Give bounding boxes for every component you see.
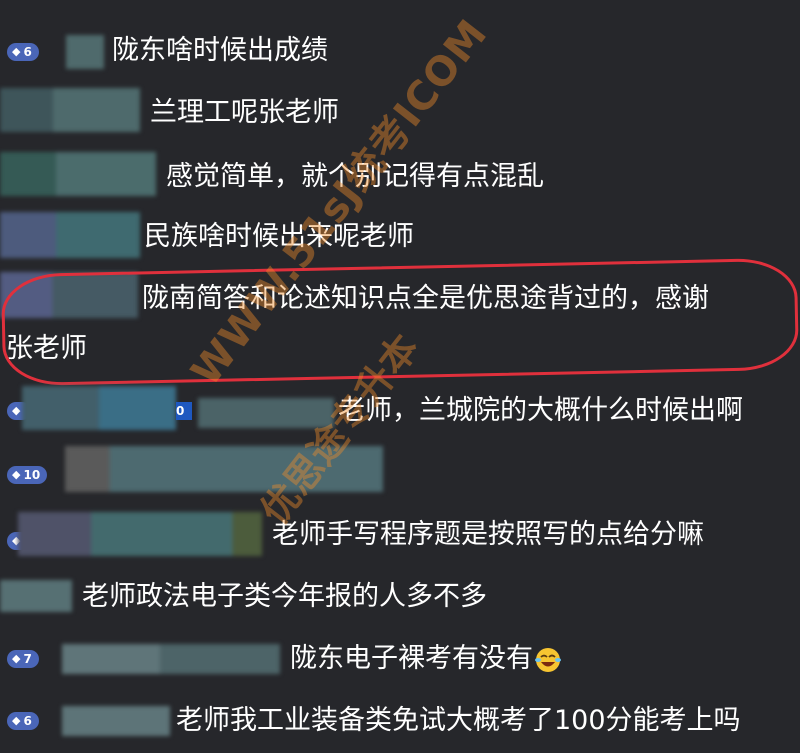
level-badge: ◆ 7 — [7, 650, 39, 668]
level-badge-value: 10 — [23, 468, 41, 482]
chat-message: 感觉简单，就个别记得有点混乱 — [166, 161, 544, 192]
chat-message: 老师，兰城院的大概什么时候出啊 — [338, 395, 743, 426]
chat-message-text: 陇东电子裸考有没有 — [290, 643, 533, 674]
diamond-icon: ◆ — [12, 468, 21, 481]
avatar — [0, 152, 156, 196]
avatar — [0, 212, 140, 258]
avatar — [65, 446, 383, 492]
avatar — [0, 580, 72, 612]
chat-message-line1: 陇南简答和论述知识点全是优思途背过的，感谢 — [142, 283, 709, 314]
laughing-emoji-icon — [535, 647, 561, 672]
diamond-icon: ◆ — [12, 404, 21, 417]
level-badge: ◆ 6 — [7, 43, 39, 61]
avatar — [66, 35, 104, 69]
chat-message-line2: 张老师 — [6, 333, 87, 364]
avatar — [22, 386, 176, 430]
level-badge-value: 6 — [23, 45, 32, 59]
partial-badge: 0 — [176, 402, 192, 420]
username — [62, 644, 280, 674]
level-badge-value: 7 — [23, 652, 32, 666]
level-badge: ◆ 6 — [7, 712, 39, 730]
chat-message: 兰理工呢张老师 — [150, 97, 339, 128]
chat-message: 民族啥时候出来呢老师 — [144, 221, 414, 252]
username — [198, 398, 334, 428]
chat-message: 陇东电子裸考有没有 — [290, 642, 563, 676]
avatar — [18, 512, 262, 556]
avatar — [0, 88, 140, 132]
level-badge-value: 6 — [23, 714, 32, 728]
chat-message: 老师政法电子类今年报的人多不多 — [82, 581, 487, 612]
chat-message: 陇东啥时候出成绩 — [112, 35, 328, 66]
chat-message: 老师手写程序题是按照写的点给分嘛 — [272, 519, 704, 550]
avatar — [0, 272, 138, 318]
diamond-icon: ◆ — [12, 45, 21, 58]
username — [62, 706, 170, 736]
level-badge: ◆ 10 — [7, 466, 48, 484]
diamond-icon: ◆ — [12, 652, 21, 665]
diamond-icon: ◆ — [12, 714, 21, 727]
chat-message: 老师我工业装备类免试大概考了100分能考上吗 — [176, 705, 741, 736]
